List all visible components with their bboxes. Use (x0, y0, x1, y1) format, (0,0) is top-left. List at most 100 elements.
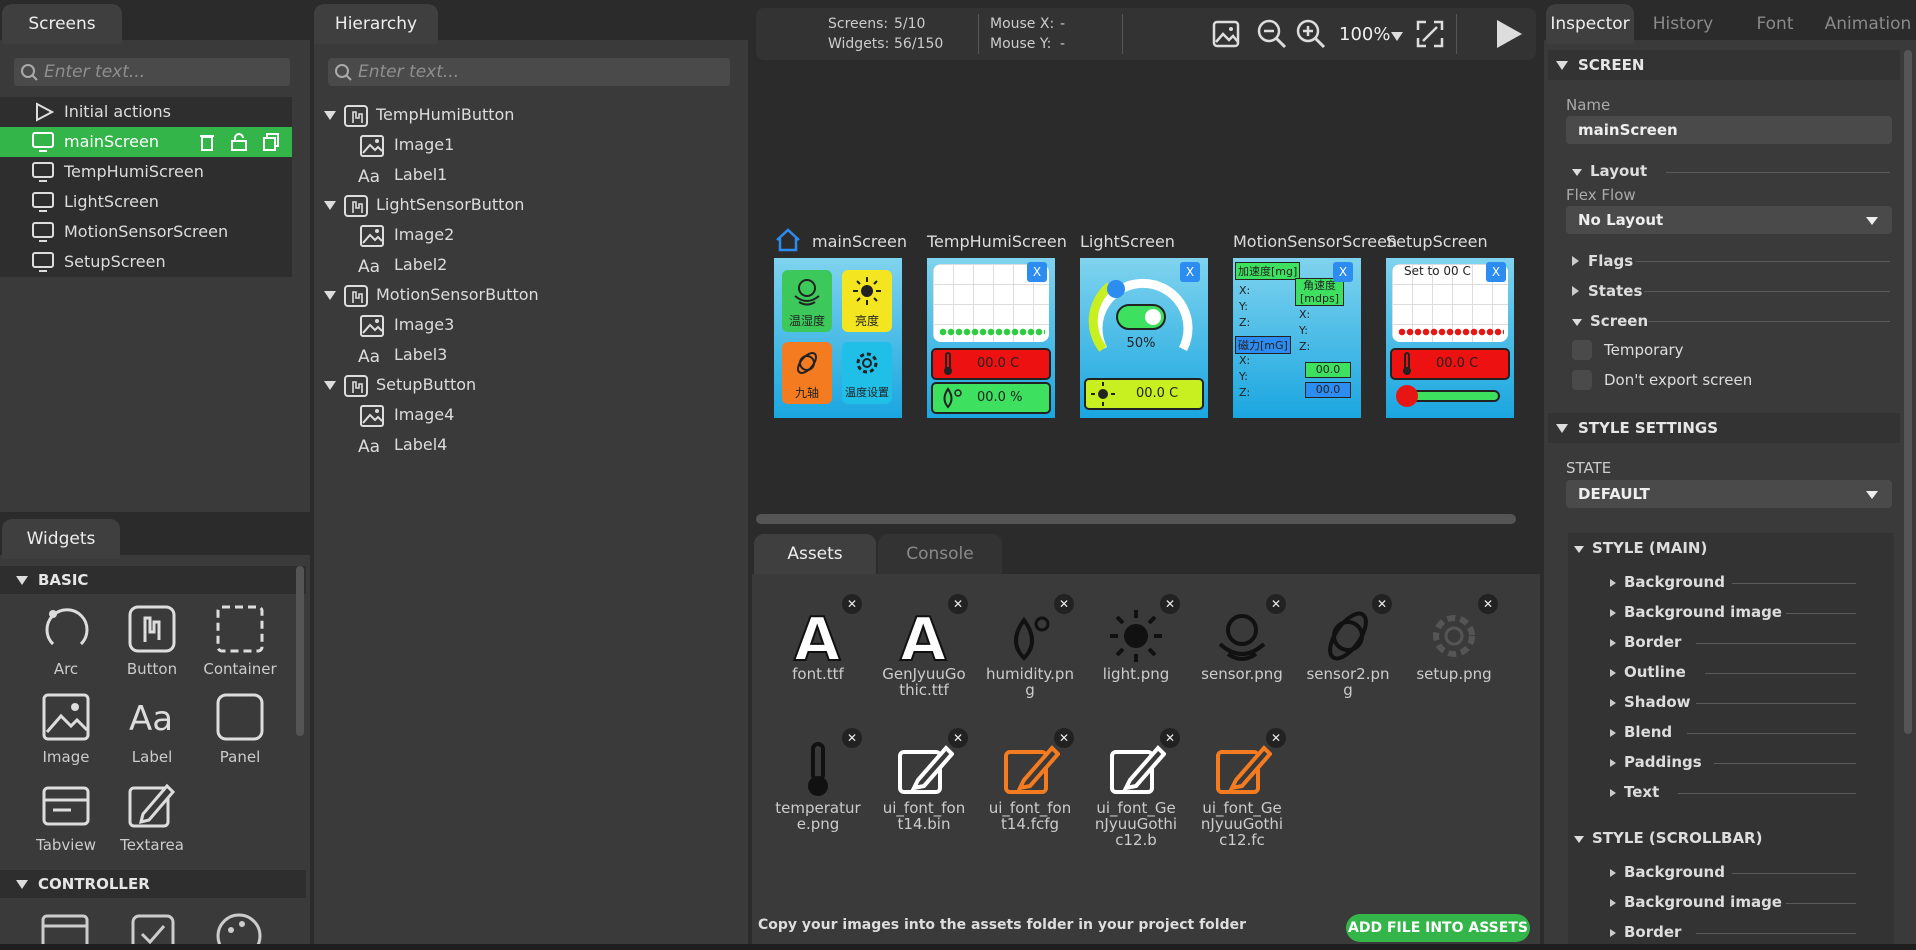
asset-item[interactable]: ✕ sensor.png (1192, 594, 1292, 682)
hierarchy-item-label[interactable]: Aa Label1 (314, 160, 748, 190)
hierarchy-item-image[interactable]: Image1 (314, 130, 748, 160)
close-button[interactable]: X (1333, 262, 1353, 282)
flags-header[interactable]: Flags (1572, 252, 1633, 270)
style-property-row[interactable]: Border (1610, 923, 1681, 941)
asset-item[interactable]: ✕ ui_font_font14.fcfg (980, 728, 1080, 832)
inspector-scrollbar[interactable] (1904, 50, 1912, 734)
zoom-out-icon[interactable] (1257, 19, 1287, 49)
dont-export-checkbox[interactable] (1572, 370, 1592, 390)
style-property-row[interactable]: Blend (1610, 723, 1672, 741)
setup-button[interactable]: 温度设置 (842, 342, 892, 404)
style-property-row[interactable]: Shadow (1610, 693, 1691, 711)
close-button[interactable]: X (1486, 262, 1506, 282)
hierarchy-item-button[interactable]: LightSensorButton (314, 190, 748, 220)
screen-item-lightscreen[interactable]: LightScreen (0, 187, 292, 217)
asset-item[interactable]: A ✕ font.ttf (768, 594, 868, 682)
widget-textarea[interactable]: Textarea (112, 780, 192, 854)
temphumi-button[interactable]: 温湿度 (782, 270, 832, 332)
screen-sub-header[interactable]: Screen (1572, 312, 1648, 330)
hierarchy-search-input[interactable]: Enter text... (328, 58, 730, 86)
state-select[interactable]: DEFAULT (1566, 480, 1892, 508)
unlock-icon[interactable] (230, 132, 248, 152)
collapse-icon[interactable] (324, 201, 336, 210)
light-switch[interactable] (1116, 304, 1166, 330)
zoom-caret-icon[interactable] (1391, 32, 1403, 41)
hierarchy-item-label[interactable]: Aa Label4 (314, 430, 748, 460)
tab-inspector[interactable]: Inspector (1546, 4, 1634, 44)
widget-button[interactable]: Button (112, 604, 192, 678)
remove-asset-button[interactable]: ✕ (842, 594, 862, 614)
style-main-header[interactable]: STYLE (MAIN) (1574, 539, 1707, 557)
collapse-icon[interactable] (324, 291, 336, 300)
asset-item[interactable]: A ✕ GenJyuuGothic.ttf (874, 594, 974, 698)
style-property-row[interactable]: Background image (1610, 893, 1782, 911)
screen-item-initial-actions[interactable]: Initial actions (0, 97, 292, 127)
remove-asset-button[interactable]: ✕ (1054, 594, 1074, 614)
widget-image[interactable]: Image (26, 692, 106, 766)
screen-item-motionsensorscreen[interactable]: MotionSensorScreen (0, 217, 292, 247)
tab-assets[interactable]: Assets (754, 534, 876, 574)
hierarchy-item-button[interactable]: TempHumiButton (314, 100, 748, 130)
hierarchy-item-label[interactable]: Aa Label3 (314, 340, 748, 370)
hierarchy-item-image[interactable]: Image4 (314, 400, 748, 430)
close-button[interactable]: X (1027, 262, 1047, 282)
widgets-controller-header[interactable]: CONTROLLER (0, 870, 306, 898)
style-property-row[interactable]: Background image (1610, 603, 1782, 621)
remove-asset-button[interactable]: ✕ (1372, 594, 1392, 614)
flex-flow-select[interactable]: No Layout (1566, 206, 1892, 234)
widgets-basic-header[interactable]: BASIC (0, 566, 306, 594)
asset-item[interactable]: ✕ humidity.png (980, 594, 1080, 698)
remove-asset-button[interactable]: ✕ (1160, 594, 1180, 614)
temphumi-screen-preview[interactable]: X 00.0 C 00.0 % (927, 258, 1055, 418)
hierarchy-item-image[interactable]: Image3 (314, 310, 748, 340)
states-header[interactable]: States (1572, 282, 1642, 300)
temporary-checkbox[interactable] (1572, 340, 1592, 360)
play-icon[interactable] (1494, 18, 1524, 50)
widget-tabview[interactable]: Tabview (26, 780, 106, 854)
widget-container[interactable]: Container (200, 604, 280, 678)
style-property-row[interactable]: Background (1610, 573, 1725, 591)
style-property-row[interactable]: Outline (1610, 663, 1686, 681)
canvas-hscrollbar[interactable] (756, 514, 1516, 524)
style-scrollbar-header[interactable]: STYLE (SCROLLBAR) (1574, 829, 1762, 847)
remove-asset-button[interactable]: ✕ (1054, 728, 1074, 748)
remove-asset-button[interactable]: ✕ (1160, 728, 1180, 748)
style-property-row[interactable]: Paddings (1610, 753, 1702, 771)
asset-item[interactable]: ✕ temperature.png (768, 728, 868, 832)
temp-slider[interactable] (1396, 385, 1500, 407)
close-button[interactable]: X (1180, 262, 1200, 282)
motion-button[interactable]: 九轴 (782, 342, 832, 404)
tab-console[interactable]: Console (878, 534, 1002, 574)
layout-header[interactable]: Layout (1572, 162, 1647, 180)
remove-asset-button[interactable]: ✕ (1266, 728, 1286, 748)
style-property-row[interactable]: Background (1610, 863, 1725, 881)
light-button[interactable]: 亮度 (842, 270, 892, 332)
tab-font[interactable]: Font (1732, 4, 1818, 44)
asset-item[interactable]: ✕ setup.png (1404, 594, 1504, 682)
tab-history[interactable]: History (1636, 4, 1730, 44)
screen-item-setupscreen[interactable]: SetupScreen (0, 247, 292, 277)
tab-widgets[interactable]: Widgets (2, 519, 120, 559)
screen-item-mainscreen[interactable]: mainScreen (0, 127, 292, 157)
remove-asset-button[interactable]: ✕ (1266, 594, 1286, 614)
asset-item[interactable]: ✕ light.png (1086, 594, 1186, 682)
motion-screen-preview[interactable]: 加速度[mg] 角速度 [mdps] X X: Y: Z: X: Y: Z: 磁… (1233, 258, 1361, 418)
setup-screen-preview[interactable]: Set to 00 C X 00.0 C (1386, 258, 1514, 418)
screen-item-temphumiscreen[interactable]: TempHumiScreen (0, 157, 292, 187)
asset-item[interactable]: ✕ ui_font_GenJyuuGothic12.fc (1192, 728, 1292, 848)
remove-asset-button[interactable]: ✕ (948, 594, 968, 614)
fit-screen-icon[interactable] (1415, 19, 1445, 49)
asset-item[interactable]: ✕ ui_font_font14.bin (874, 728, 974, 832)
widget-arc[interactable]: Arc (26, 604, 106, 678)
tab-screens[interactable]: Screens (2, 4, 122, 44)
style-property-row[interactable]: Border (1610, 633, 1681, 651)
style-settings-header[interactable]: STYLE SETTINGS (1548, 413, 1900, 443)
style-property-row[interactable]: Text (1610, 783, 1659, 801)
zoom-in-icon[interactable] (1296, 19, 1326, 49)
light-screen-preview[interactable]: 50% X 00.0 C (1080, 258, 1208, 418)
copy-icon[interactable] (262, 132, 280, 152)
asset-item[interactable]: ✕ sensor2.png (1298, 594, 1398, 698)
hierarchy-item-image[interactable]: Image2 (314, 220, 748, 250)
name-input[interactable]: mainScreen (1566, 116, 1892, 144)
widget-panel[interactable]: Panel (200, 692, 280, 766)
